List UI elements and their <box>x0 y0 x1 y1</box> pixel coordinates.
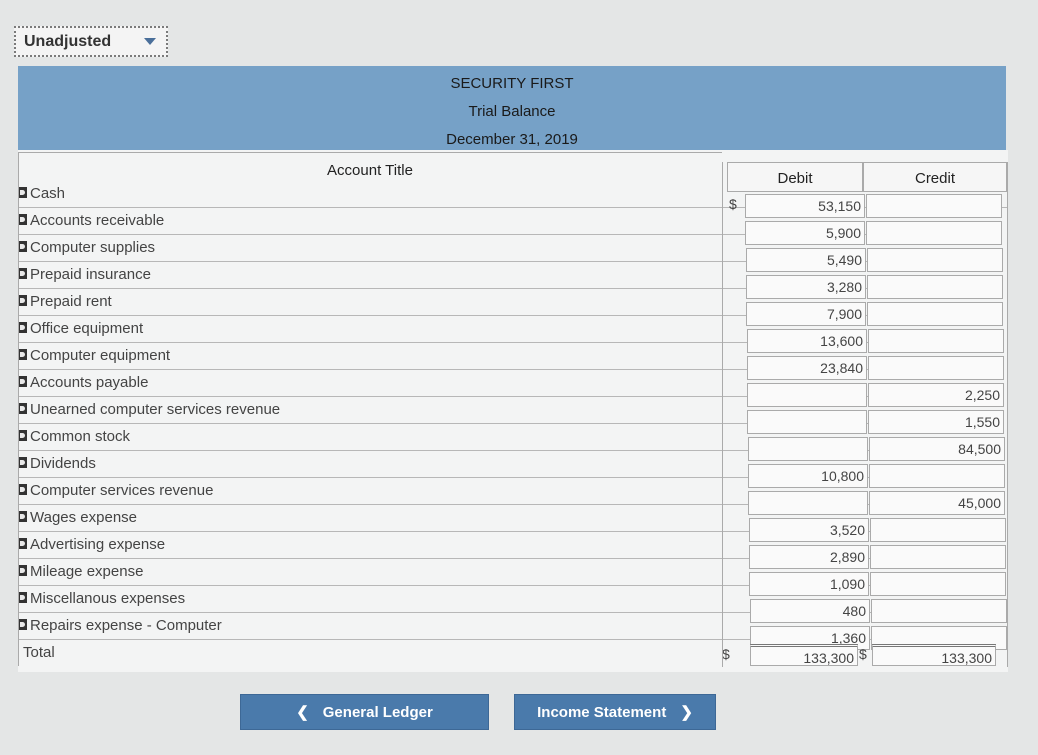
flag-icon <box>18 619 27 630</box>
account-name: Wages expense <box>30 509 138 526</box>
total-label: Total <box>23 644 55 661</box>
account-name: Unearned computer services revenue <box>30 401 281 418</box>
account-cell[interactable]: Unearned computer services revenue <box>18 397 718 424</box>
flag-icon <box>18 484 27 495</box>
account-cell[interactable]: Mileage expense <box>18 559 718 586</box>
flag-icon <box>18 592 27 603</box>
flag-icon <box>18 322 27 333</box>
account-cell[interactable]: Prepaid rent <box>18 289 718 316</box>
account-cell[interactable]: Dividends <box>18 451 718 478</box>
statement-title: Trial Balance <box>468 103 556 120</box>
chevron-right-icon: ❯ <box>680 704 693 721</box>
flag-icon <box>18 538 27 549</box>
income-statement-label: Income Statement <box>537 703 667 721</box>
account-cell[interactable]: Computer supplies <box>18 235 718 262</box>
account-cell[interactable]: Common stock <box>18 424 718 451</box>
column-divider <box>18 152 19 666</box>
flag-icon <box>18 457 27 468</box>
total-credit: 133,300 <box>872 644 996 666</box>
account-cell[interactable]: Prepaid insurance <box>18 262 718 289</box>
chevron-left-icon: ❮ <box>296 704 309 721</box>
statement-header: SECURITY FIRST Trial Balance December 31… <box>18 66 1006 161</box>
view-select-value: Unadjusted <box>24 32 112 50</box>
account-cell[interactable]: Miscellanous expenses <box>18 586 718 613</box>
company-name: SECURITY FIRST <box>450 75 574 92</box>
account-name: Computer services revenue <box>30 482 214 499</box>
total-dollar-sign: $ <box>722 646 730 662</box>
column-divider <box>1007 162 1008 667</box>
statement-date: December 31, 2019 <box>446 131 578 148</box>
account-name: Dividends <box>30 455 96 472</box>
account-title-header: Account Title <box>18 152 722 180</box>
flag-icon <box>18 187 27 198</box>
account-name: Prepaid rent <box>30 293 112 310</box>
general-ledger-label: General Ledger <box>322 703 433 721</box>
account-name: Office equipment <box>30 320 144 337</box>
flag-icon <box>18 430 27 441</box>
account-name: Cash <box>30 185 66 202</box>
account-cell[interactable]: Computer services revenue <box>18 478 718 505</box>
flag-icon <box>18 295 27 306</box>
caret-down-icon <box>144 38 156 45</box>
flag-icon <box>18 403 27 414</box>
column-divider <box>722 162 723 667</box>
total-credit-dollar-sign: $ <box>859 646 867 662</box>
account-name: Computer equipment <box>30 347 171 364</box>
view-select[interactable]: Unadjusted <box>14 26 168 57</box>
flag-icon <box>18 349 27 360</box>
flag-icon <box>18 511 27 522</box>
account-name: Prepaid insurance <box>30 266 151 283</box>
flag-icon <box>18 376 27 387</box>
account-cell[interactable]: Computer equipment <box>18 343 718 370</box>
account-name: Mileage expense <box>30 563 144 580</box>
account-cell[interactable]: Office equipment <box>18 316 718 343</box>
account-name: Repairs expense - Computer <box>30 617 222 634</box>
account-name: Common stock <box>30 428 131 445</box>
flag-icon <box>18 241 27 252</box>
total-debit: 133,300 <box>750 644 858 666</box>
income-statement-button[interactable]: Income Statement ❯ <box>514 694 716 730</box>
account-cell[interactable]: Repairs expense - Computer <box>18 613 718 640</box>
account-name: Accounts payable <box>30 374 149 391</box>
general-ledger-button[interactable]: ❮ General Ledger <box>240 694 489 730</box>
account-cell[interactable]: Accounts payable <box>18 370 718 397</box>
account-cell[interactable]: Advertising expense <box>18 532 718 559</box>
account-name: Miscellanous expenses <box>30 590 186 607</box>
flag-icon <box>18 214 27 225</box>
account-name: Advertising expense <box>30 536 166 553</box>
account-cell[interactable]: Wages expense <box>18 505 718 532</box>
account-cell[interactable]: Cash <box>18 181 718 208</box>
flag-icon <box>18 565 27 576</box>
account-name: Computer supplies <box>30 239 156 256</box>
flag-icon <box>18 268 27 279</box>
account-name: Accounts receivable <box>30 212 165 229</box>
account-cell[interactable]: Accounts receivable <box>18 208 718 235</box>
